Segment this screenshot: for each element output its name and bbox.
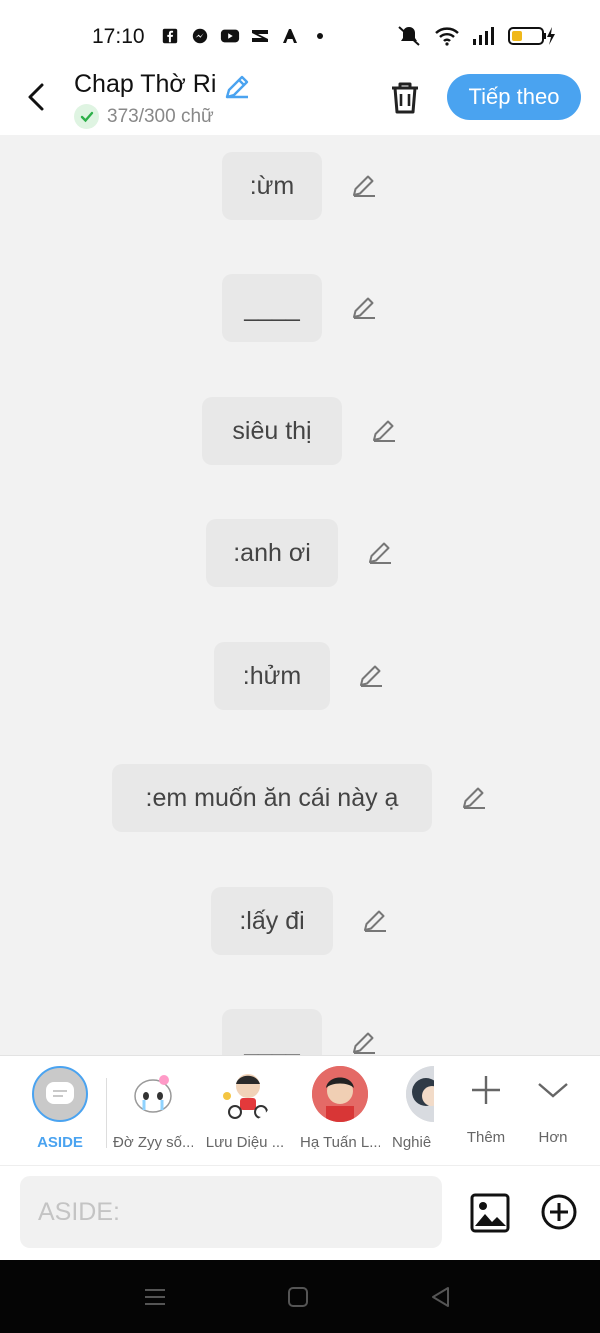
edit-pencil-icon[interactable] xyxy=(370,417,398,445)
character-item[interactable]: Hạ Tuấn L... xyxy=(300,1066,380,1151)
tray-divider xyxy=(106,1078,107,1148)
battery-charging-icon xyxy=(508,27,555,45)
character-aside[interactable]: ASIDE xyxy=(20,1066,100,1151)
character-label: Hạ Tuấn L... xyxy=(300,1134,380,1151)
capcut-icon xyxy=(252,30,268,42)
aside-avatar xyxy=(32,1066,88,1122)
character-item[interactable]: Đờ Zyy số... xyxy=(113,1066,193,1151)
edit-pencil-icon[interactable] xyxy=(350,1029,378,1055)
edit-pencil-icon[interactable] xyxy=(350,294,378,322)
notification-icons xyxy=(160,27,330,45)
add-circle-icon[interactable] xyxy=(540,1193,578,1231)
editor-header: Chap Thờ Ri 373/300 chữ Tiếp theo xyxy=(0,70,600,135)
messenger-icon xyxy=(192,28,208,44)
dot-icon xyxy=(317,33,323,39)
message-bubble[interactable]: :hửm xyxy=(214,642,330,710)
partial-avatar xyxy=(406,1066,434,1122)
edit-pencil-icon[interactable] xyxy=(357,662,385,690)
message-bubble[interactable]: :em muốn ăn cái này ạ xyxy=(112,764,432,832)
character-item[interactable]: Nghiê xyxy=(392,1066,434,1151)
edit-pencil-icon[interactable] xyxy=(460,784,488,812)
edit-pencil-icon[interactable] xyxy=(350,172,378,200)
crying-kitty-avatar xyxy=(134,1075,172,1113)
input-bar xyxy=(0,1165,600,1261)
back-triangle-icon[interactable] xyxy=(428,1284,454,1310)
image-icon[interactable] xyxy=(470,1193,510,1233)
youtube-icon xyxy=(220,29,240,43)
chat-bubble-icon xyxy=(46,1082,74,1104)
more-label: Hơn xyxy=(538,1129,568,1146)
boy-red-shirt-avatar xyxy=(312,1066,368,1122)
system-nav-bar xyxy=(0,1260,600,1333)
character-avatar xyxy=(312,1066,368,1122)
check-icon xyxy=(74,104,99,129)
plus-icon xyxy=(472,1076,500,1104)
character-avatar xyxy=(217,1066,273,1122)
more-button[interactable]: Hơn xyxy=(513,1064,593,1146)
home-icon[interactable] xyxy=(285,1284,311,1310)
chapter-title: Chap Thờ Ri xyxy=(74,70,217,98)
message-list[interactable]: :ừm ____ siêu thị :anh ơi :hửm :em muốn … xyxy=(0,135,600,1055)
character-label: ASIDE xyxy=(37,1134,83,1151)
message-bubble[interactable]: :lấy đi xyxy=(211,887,333,955)
character-avatar xyxy=(406,1066,434,1122)
message-bubble[interactable]: ____ xyxy=(222,274,322,342)
word-count-row: 373/300 chữ xyxy=(74,104,214,129)
app-a-icon xyxy=(283,29,297,43)
next-button[interactable]: Tiếp theo xyxy=(447,74,581,120)
edit-pencil-icon[interactable] xyxy=(366,539,394,567)
system-icons xyxy=(396,25,556,47)
menu-icon[interactable] xyxy=(142,1284,168,1310)
status-time: 17:10 xyxy=(92,25,145,48)
edit-pencil-icon[interactable] xyxy=(361,907,389,935)
character-label: Đờ Zyy số... xyxy=(113,1134,193,1151)
message-bubble[interactable]: ____ xyxy=(222,1009,322,1055)
message-bubble[interactable]: siêu thị xyxy=(202,397,342,465)
boy-bicycle-avatar xyxy=(223,1074,268,1119)
wifi-icon xyxy=(435,27,459,46)
signal-icon xyxy=(473,27,494,45)
character-item[interactable]: Lưu Diệu ... xyxy=(205,1066,285,1151)
message-bubble[interactable]: :ừm xyxy=(222,152,322,220)
character-avatar xyxy=(125,1066,181,1122)
facebook-icon xyxy=(162,28,178,44)
character-label: Lưu Diệu ... xyxy=(205,1134,285,1151)
edit-title-pencil-icon[interactable] xyxy=(222,72,252,102)
word-count: 373/300 chữ xyxy=(107,105,214,127)
character-label: Nghiê xyxy=(392,1134,432,1151)
message-bubble[interactable]: :anh ơi xyxy=(206,519,338,587)
dialogue-input[interactable] xyxy=(20,1176,442,1248)
mute-icon xyxy=(398,26,420,46)
chevron-down-icon xyxy=(538,1083,568,1098)
trash-icon[interactable] xyxy=(385,78,425,118)
character-tray: ASIDE Đờ Zyy số... Lưu Diệu ... Hạ Tuấn … xyxy=(0,1055,600,1166)
status-bar: 17:10 xyxy=(0,0,600,70)
back-arrow-icon[interactable] xyxy=(22,82,52,112)
